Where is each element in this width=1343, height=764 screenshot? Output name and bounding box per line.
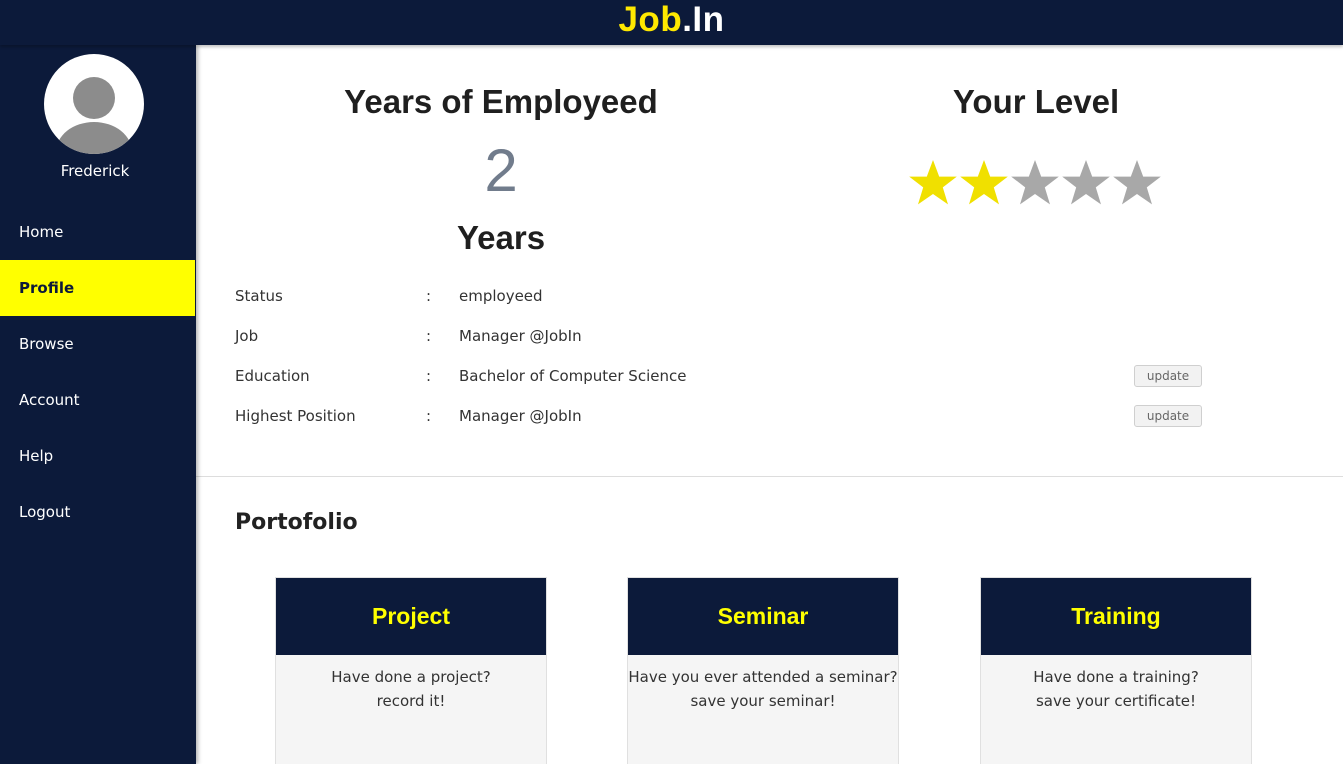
info-label: Education [235,367,310,385]
info-separator: : [426,367,432,385]
info-label: Status [235,287,283,305]
star-filled-icon [960,160,1008,205]
sidebar-item-account[interactable]: Account [0,372,195,428]
years-employed-value: 2 [484,137,518,204]
level-title: Your Level [952,83,1120,120]
portfolio-card-seminar[interactable]: Seminar Have you ever attended a seminar… [627,577,899,764]
sidebar-item-profile[interactable]: Profile [0,260,195,316]
brand-logo-part2: .In [682,0,725,39]
portfolio-card-training[interactable]: Training Have done a training? save your… [980,577,1252,764]
years-employed-unit: Years [456,219,546,256]
card-description-line: Have done a project? [331,668,491,686]
portfolio-card-project[interactable]: Project Have done a project? record it! [275,577,547,764]
info-value: Bachelor of Computer Science [459,367,687,385]
info-value: employeed [459,287,543,305]
level-stars [908,158,1162,208]
card-description-line: save your seminar! [690,692,836,710]
info-label: Job [235,327,259,345]
sidebar: Frederick Home Profile Browse Account He… [0,45,196,764]
star-filled-icon [909,160,957,205]
profile-info: Status : employeed Job : Manager @JobIn … [235,275,1235,435]
avatar-head-shape [73,77,115,119]
update-highest-position-button[interactable]: update [1134,405,1202,427]
card-description: Have done a project? record it! [276,655,546,713]
star-empty-icon [1062,160,1110,205]
info-separator: : [426,407,432,425]
update-education-button[interactable]: update [1134,365,1202,387]
card-description-line: Have done a training? [1033,668,1199,686]
card-description-line: Have you ever attended a seminar? [628,668,898,686]
star-empty-icon [1113,160,1161,205]
years-employed-title: Years of Employeed [344,83,658,120]
avatar-body-shape [56,122,132,154]
info-separator: : [426,327,432,345]
info-value: Manager @JobIn [459,407,582,425]
user-name: Frederick [60,162,130,180]
sidebar-nav: Home Profile Browse Account Help Logout [0,204,195,540]
sidebar-item-logout[interactable]: Logout [0,484,195,540]
info-row-highest-position: Highest Position : Manager @JobIn update [235,395,1235,435]
card-title: Seminar [628,578,898,655]
avatar[interactable] [44,54,144,154]
top-bar: Job.In [0,0,1343,45]
brand-logo[interactable]: Job.In [618,2,724,37]
star-empty-icon [1011,160,1059,205]
section-divider [196,476,1343,477]
main-content: Years of Employeed 2 Years Your Level St… [196,45,1343,764]
sidebar-item-help[interactable]: Help [0,428,195,484]
card-description: Have done a training? save your certific… [981,655,1251,713]
portfolio-title: Portofolio [235,510,358,535]
card-title: Training [981,578,1251,655]
info-separator: : [426,287,432,305]
info-value: Manager @JobIn [459,327,582,345]
info-row-job: Job : Manager @JobIn [235,315,1235,355]
card-description-line: record it! [376,692,446,710]
brand-logo-part1: Job [618,0,683,39]
card-title: Project [276,578,546,655]
sidebar-item-home[interactable]: Home [0,204,195,260]
info-label: Highest Position [235,407,356,425]
info-row-status: Status : employeed [235,275,1235,315]
sidebar-item-browse[interactable]: Browse [0,316,195,372]
info-row-education: Education : Bachelor of Computer Science… [235,355,1235,395]
card-description: Have you ever attended a seminar? save y… [628,655,898,713]
card-description-line: save your certificate! [1035,692,1197,710]
